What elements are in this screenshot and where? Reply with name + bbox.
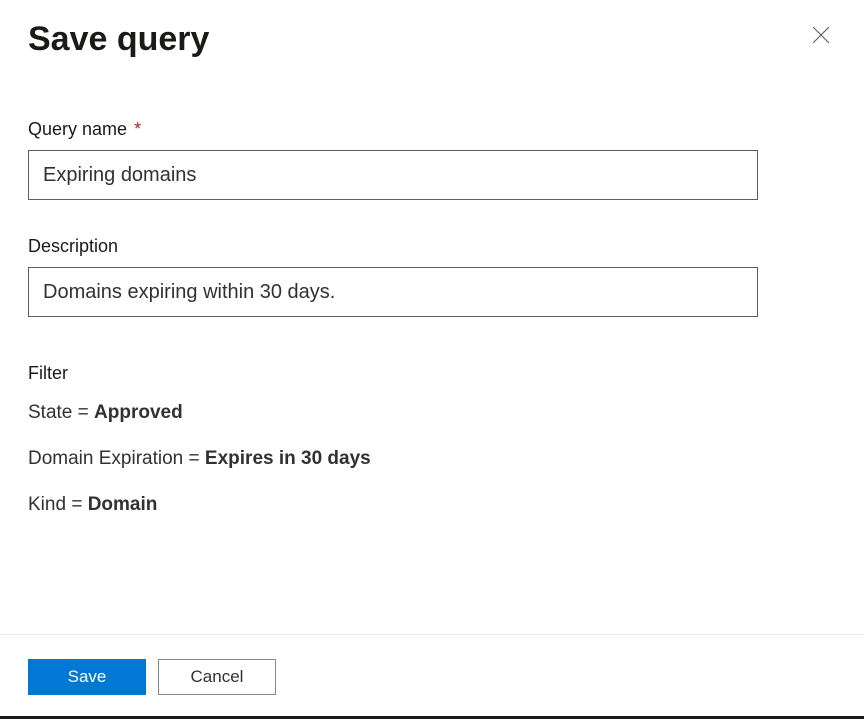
filter-key: Domain Expiration [28,448,183,469]
save-query-dialog: Save query Query name * Description Filt… [0,0,864,719]
description-field: Description [28,236,836,317]
filter-operator: = [78,402,89,423]
cancel-button[interactable]: Cancel [158,659,276,695]
filter-key: State [28,402,72,423]
query-name-field: Query name * [28,119,836,200]
filter-value: Approved [94,402,183,423]
filter-operator: = [71,494,82,515]
dialog-header: Save query [28,20,836,59]
description-input[interactable] [28,267,758,317]
query-name-input[interactable] [28,150,758,200]
filter-section: Filter State = Approved Domain Expiratio… [28,363,836,540]
dialog-title: Save query [28,20,209,59]
filter-row-domain-expiration: Domain Expiration = Expires in 30 days [28,448,836,470]
filter-operator: = [189,448,200,469]
filter-value: Domain [88,494,158,515]
query-name-label: Query name * [28,119,836,140]
close-icon [812,26,830,44]
query-name-label-text: Query name [28,119,127,139]
description-label: Description [28,236,836,257]
filter-row-state: State = Approved [28,402,836,424]
dialog-footer: Save Cancel [0,634,864,719]
required-indicator: * [134,119,141,139]
filter-key: Kind [28,494,66,515]
close-button[interactable] [806,20,836,50]
filter-section-label: Filter [28,363,836,384]
filter-row-kind: Kind = Domain [28,494,836,516]
save-button[interactable]: Save [28,659,146,695]
filter-value: Expires in 30 days [205,448,371,469]
